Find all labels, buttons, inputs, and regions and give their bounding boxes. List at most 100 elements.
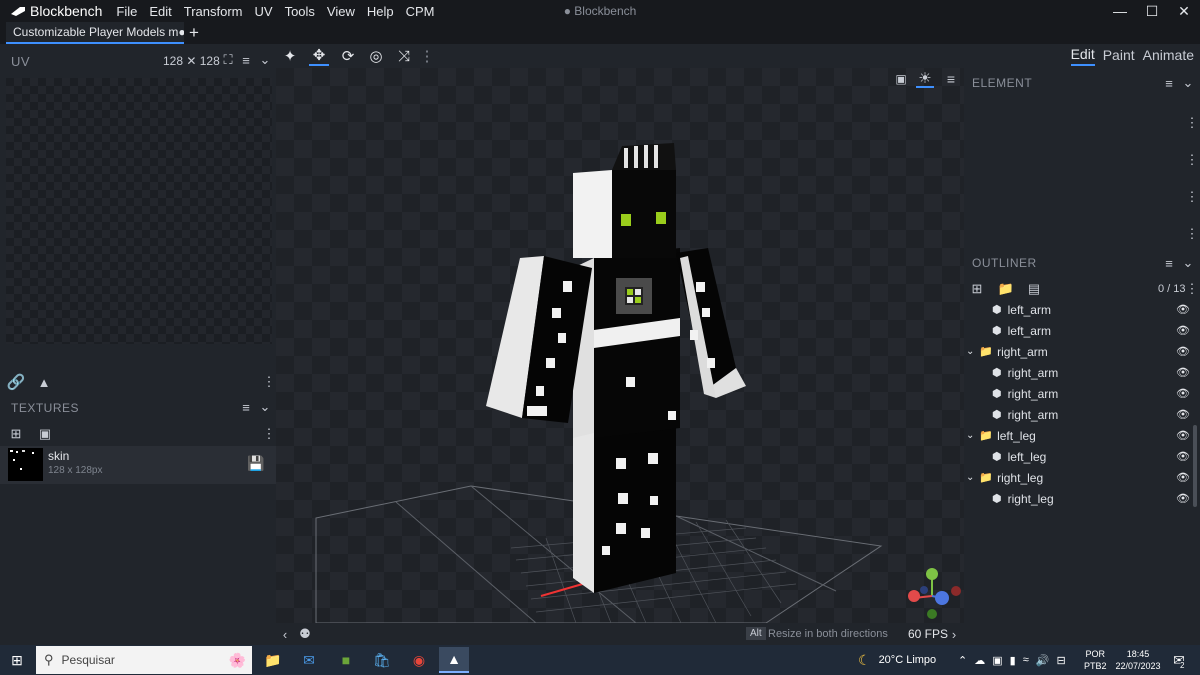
clock[interactable]: 18:45 22/07/2023: [1113, 648, 1163, 672]
fullscreen-icon[interactable]: ⛶: [221, 52, 235, 67]
maximize-icon[interactable]: ☐: [1134, 0, 1170, 22]
brightness-icon[interactable]: ☀: [916, 70, 934, 88]
add-cube-icon[interactable]: ⊞: [969, 281, 985, 297]
chevron-up-icon[interactable]: ⌃: [958, 654, 967, 667]
chevron-down-icon[interactable]: ⌄: [966, 472, 974, 483]
visibility-eye-icon[interactable]: 👁: [1176, 387, 1190, 400]
more-vert-icon[interactable]: ⋮: [1186, 152, 1199, 168]
menu-lines-icon[interactable]: ≡: [1162, 256, 1176, 271]
more-vert-icon[interactable]: ⋮: [420, 46, 435, 66]
collapse-all-icon[interactable]: ▤: [1026, 281, 1042, 297]
add-group-icon[interactable]: 📁: [997, 281, 1015, 297]
outliner-item[interactable]: ⬢ left_leg 👁: [964, 446, 1200, 467]
file-explorer-icon[interactable]: 📁: [258, 647, 288, 673]
blockbench-icon: [11, 7, 25, 16]
outliner-item[interactable]: ⬢ right_arm 👁: [964, 383, 1200, 404]
chevron-down-icon[interactable]: ⌄: [258, 399, 272, 414]
menu-lines-icon[interactable]: ≡: [943, 71, 959, 87]
3d-viewport[interactable]: [276, 68, 964, 623]
visibility-eye-icon[interactable]: 👁: [1176, 303, 1190, 316]
outliner-group[interactable]: ⌄ 📁 right_leg 👁: [964, 467, 1200, 488]
more-vert-icon[interactable]: ⋮: [263, 373, 276, 391]
outliner-item[interactable]: ⬢ left_arm 👁: [964, 320, 1200, 341]
notifications-icon[interactable]: ✉: [1168, 650, 1190, 670]
textures-panel-title: TEXTURES: [11, 401, 80, 415]
chevron-left-icon[interactable]: ‹: [279, 626, 291, 642]
visibility-eye-icon[interactable]: 👁: [1176, 429, 1190, 442]
chevron-down-icon[interactable]: ⌄: [966, 430, 974, 441]
link-icon[interactable]: 🔗: [7, 373, 26, 391]
save-icon[interactable]: 💾: [247, 455, 265, 471]
weather-widget[interactable]: ☾ 20°C Limpo: [858, 645, 936, 675]
outliner-item[interactable]: ⬢ right_leg 👁: [964, 488, 1200, 509]
pivot-tool-icon[interactable]: ◎: [366, 46, 386, 66]
close-icon[interactable]: ✕: [1166, 0, 1200, 22]
visibility-eye-icon[interactable]: 👁: [1176, 366, 1190, 379]
import-texture-icon[interactable]: ▣: [36, 426, 54, 442]
menu-lines-icon[interactable]: ≡: [1162, 76, 1176, 91]
mode-paint[interactable]: Paint: [1103, 47, 1135, 65]
visibility-eye-icon[interactable]: 👁: [1176, 471, 1190, 484]
mail-icon[interactable]: ✉: [294, 647, 324, 673]
menu-lines-icon[interactable]: ≡: [239, 400, 253, 415]
player-figure-icon[interactable]: ⚉: [298, 625, 312, 643]
outliner-group[interactable]: ⌄ 📁 right_arm 👁: [964, 341, 1200, 362]
visibility-eye-icon[interactable]: 👁: [1176, 345, 1190, 358]
minimize-icon[interactable]: —: [1102, 0, 1138, 22]
usb-icon[interactable]: ⊟: [1056, 654, 1065, 667]
resize-tool-icon[interactable]: ⤨: [394, 46, 414, 66]
move-tool-icon[interactable]: ✥: [309, 46, 329, 66]
wifi-icon[interactable]: ≈: [1023, 654, 1029, 666]
chevron-down-icon[interactable]: ⌄: [1181, 255, 1195, 270]
chevron-down-icon[interactable]: ⌄: [966, 346, 974, 357]
menu-view[interactable]: View: [321, 4, 361, 19]
language-indicator[interactable]: POR PTB2: [1084, 648, 1107, 672]
windows-start-icon[interactable]: ⊞: [6, 650, 28, 670]
more-vert-icon[interactable]: ⋮: [1186, 115, 1199, 131]
menu-file[interactable]: File: [110, 4, 143, 19]
chevron-right-icon[interactable]: ›: [948, 626, 960, 642]
more-vert-icon[interactable]: ⋮: [1186, 189, 1199, 205]
triangle-icon[interactable]: ▲: [35, 373, 53, 391]
add-texture-icon[interactable]: ⊞: [7, 426, 25, 442]
menu-cpm[interactable]: CPM: [400, 4, 441, 19]
uv-editor-canvas[interactable]: [6, 78, 272, 344]
outliner-scrollbar[interactable]: [1193, 425, 1197, 507]
folder-icon: 📁: [979, 430, 994, 442]
mode-animate[interactable]: Animate: [1143, 47, 1194, 65]
battery-icon[interactable]: ▮: [1010, 654, 1016, 667]
more-vert-icon[interactable]: ⋮: [263, 426, 276, 442]
project-tab[interactable]: Customizable Player Models m●: [6, 22, 184, 44]
menu-help[interactable]: Help: [361, 4, 400, 19]
visibility-eye-icon[interactable]: 👁: [1176, 408, 1190, 421]
chrome-icon[interactable]: ◉: [404, 647, 434, 673]
chevron-down-icon[interactable]: ⌄: [1181, 75, 1195, 90]
new-tab-button[interactable]: +: [189, 23, 199, 43]
chevron-down-icon[interactable]: ⌄: [258, 52, 272, 67]
menu-tools[interactable]: Tools: [279, 4, 321, 19]
minecraft-icon[interactable]: ■: [331, 647, 361, 673]
cloud-icon[interactable]: ☁: [974, 654, 985, 667]
visibility-eye-icon[interactable]: 👁: [1176, 492, 1190, 505]
outliner-group[interactable]: ⌄ 📁 left_leg 👁: [964, 425, 1200, 446]
vertex-snap-icon[interactable]: ✦: [280, 46, 300, 66]
taskbar-search[interactable]: ⚲ Pesquisar 🌸: [36, 646, 252, 674]
volume-icon[interactable]: 🔊: [1036, 654, 1050, 667]
outliner-item[interactable]: ⬢ right_arm 👁: [964, 362, 1200, 383]
screenshot-icon[interactable]: ▣: [893, 72, 909, 86]
visibility-eye-icon[interactable]: 👁: [1176, 450, 1190, 463]
mode-edit[interactable]: Edit: [1070, 46, 1095, 66]
visibility-eye-icon[interactable]: 👁: [1176, 324, 1190, 337]
rotate-tool-icon[interactable]: ⟳: [338, 46, 358, 66]
menu-edit[interactable]: Edit: [143, 4, 177, 19]
menu-uv[interactable]: UV: [249, 4, 279, 19]
camera-icon[interactable]: ▣: [992, 654, 1002, 667]
store-icon[interactable]: 🛍: [367, 647, 397, 673]
more-vert-icon[interactable]: ⋮: [1186, 226, 1199, 242]
menu-lines-icon[interactable]: ≡: [239, 53, 253, 68]
more-vert-icon[interactable]: ⋮: [1186, 281, 1199, 297]
outliner-item[interactable]: ⬢ left_arm 👁: [964, 299, 1200, 320]
outliner-item[interactable]: ⬢ right_arm 👁: [964, 404, 1200, 425]
menu-transform[interactable]: Transform: [178, 4, 249, 19]
blockbench-taskbar-icon[interactable]: ▲: [439, 647, 469, 673]
